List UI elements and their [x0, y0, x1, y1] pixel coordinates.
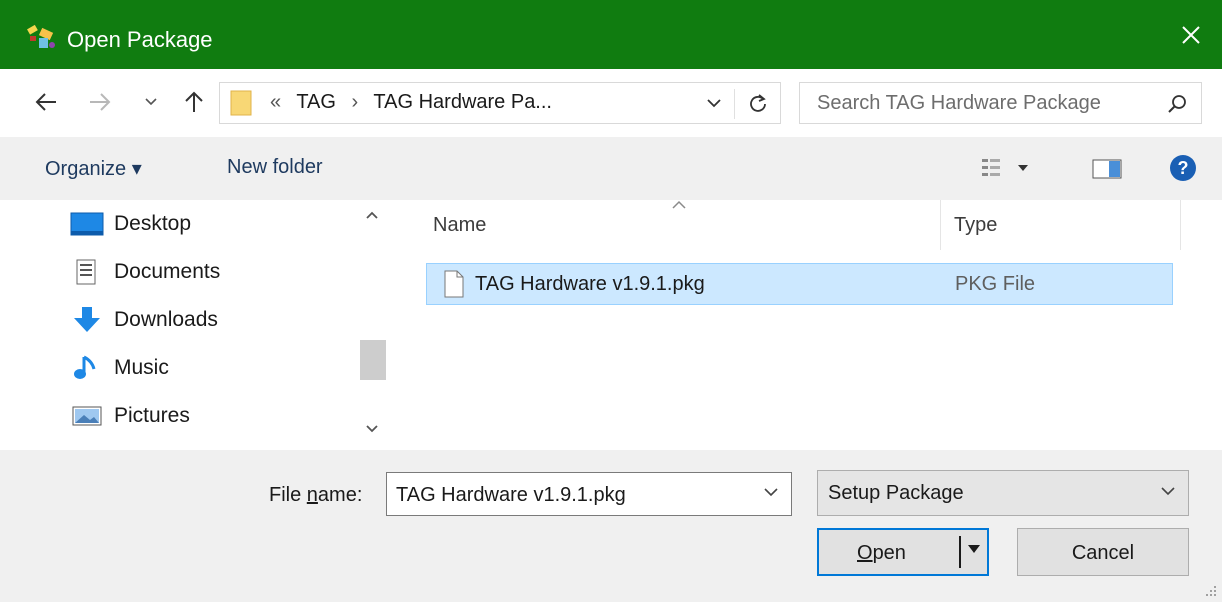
breadcrumb-item[interactable]: TAG: [296, 91, 336, 113]
file-row[interactable]: TAG Hardware v1.9.1.pkg PKG File: [426, 263, 1173, 305]
column-header-name[interactable]: Name: [433, 214, 486, 237]
divider: [734, 89, 735, 119]
nav-item-downloads[interactable]: Downloads: [70, 303, 218, 337]
breadcrumb-separator[interactable]: ›: [352, 91, 359, 113]
organize-menu-button[interactable]: Organize ▾: [45, 156, 142, 181]
nav-item-documents[interactable]: Documents: [70, 255, 220, 289]
sort-ascending-icon: [672, 200, 686, 209]
pictures-icon: [70, 401, 104, 431]
scrollbar-thumb[interactable]: [360, 340, 386, 380]
column-header-type[interactable]: Type: [954, 214, 997, 237]
help-icon[interactable]: ?: [1168, 153, 1198, 183]
nav-item-label: Pictures: [114, 404, 190, 427]
open-button[interactable]: Open: [817, 528, 989, 576]
breadcrumb: « TAG › TAG Hardware Pa...: [270, 91, 562, 114]
nav-item-music[interactable]: Music: [70, 351, 169, 385]
navigation-row: « TAG › TAG Hardware Pa... Search TAG Ha…: [0, 69, 1222, 137]
folder-icon: [230, 90, 252, 116]
file-name-cell: TAG Hardware v1.9.1.pkg: [475, 273, 705, 295]
chevron-down-icon: [145, 98, 157, 106]
downloads-icon: [70, 305, 104, 335]
command-toolbar: Organize ▾ New folder ?: [0, 137, 1222, 200]
recent-locations-button[interactable]: [140, 85, 162, 119]
search-placeholder: Search TAG Hardware Package: [817, 92, 1101, 114]
resize-grip-icon[interactable]: [1204, 584, 1218, 598]
nav-item-label: Documents: [114, 260, 221, 283]
file-name-input[interactable]: TAG Hardware v1.9.1.pkg: [386, 472, 792, 516]
file-type-filter-select[interactable]: Setup Package: [817, 470, 1189, 516]
close-icon: [1182, 25, 1200, 44]
package-app-icon: [27, 24, 55, 48]
arrow-left-icon: [35, 93, 56, 111]
navigation-pane: Desktop Documents Downloads Music Pictur…: [0, 200, 388, 450]
file-icon: [444, 270, 464, 298]
back-button[interactable]: [30, 85, 62, 119]
chevron-down-icon: [1161, 487, 1175, 496]
column-divider[interactable]: [940, 200, 941, 250]
file-type-cell: PKG File: [955, 273, 1036, 295]
forward-button[interactable]: [84, 85, 116, 119]
nav-item-label: Desktop: [114, 212, 192, 235]
file-type-filter-value: Setup Package: [828, 482, 964, 504]
cancel-button[interactable]: Cancel: [1017, 528, 1189, 576]
split-divider: [959, 536, 961, 568]
address-bar[interactable]: « TAG › TAG Hardware Pa...: [219, 82, 781, 124]
caret-down-icon[interactable]: [967, 544, 981, 554]
footer-panel: File name: TAG Hardware v1.9.1.pkg Setup…: [0, 450, 1222, 602]
breadcrumb-overflow[interactable]: «: [270, 91, 281, 113]
arrow-right-icon: [90, 93, 111, 111]
chevron-down-icon[interactable]: [763, 487, 779, 497]
scroll-up-icon[interactable]: [365, 210, 379, 220]
address-history-chevron-icon[interactable]: [704, 93, 724, 113]
nav-pane-scrollbar[interactable]: [358, 200, 388, 450]
preview-pane-icon[interactable]: [1092, 159, 1122, 179]
file-name-value: TAG Hardware v1.9.1.pkg: [396, 484, 626, 506]
breadcrumb-item[interactable]: TAG Hardware Pa...: [373, 91, 552, 113]
nav-item-label: Downloads: [114, 308, 218, 331]
search-icon[interactable]: [1167, 93, 1189, 115]
nav-item-pictures[interactable]: Pictures: [70, 399, 190, 433]
documents-icon: [70, 257, 104, 287]
title-bar: Open Package: [0, 0, 1222, 69]
nav-item-label: Music: [114, 356, 169, 379]
arrow-up-icon: [185, 91, 203, 112]
window-title: Open Package: [67, 27, 213, 52]
nav-item-desktop[interactable]: Desktop: [70, 207, 191, 241]
refresh-icon[interactable]: [746, 91, 770, 115]
column-divider[interactable]: [1180, 200, 1181, 250]
cancel-button-label: Cancel: [1071, 542, 1135, 564]
new-folder-button[interactable]: New folder: [227, 156, 323, 179]
file-name-label: File name:: [269, 484, 363, 506]
up-button[interactable]: [178, 85, 210, 119]
music-icon: [70, 353, 104, 383]
scroll-down-icon[interactable]: [365, 424, 379, 434]
view-options-icon[interactable]: [980, 157, 1032, 179]
close-button[interactable]: [1160, 0, 1222, 69]
svg-text:?: ?: [1178, 158, 1189, 178]
file-list: Name Type TAG Hardware v1.9.1.pkg PKG Fi…: [388, 200, 1222, 450]
desktop-icon: [70, 209, 104, 239]
search-box[interactable]: Search TAG Hardware Package: [799, 82, 1202, 124]
open-button-label: Open: [857, 542, 906, 564]
